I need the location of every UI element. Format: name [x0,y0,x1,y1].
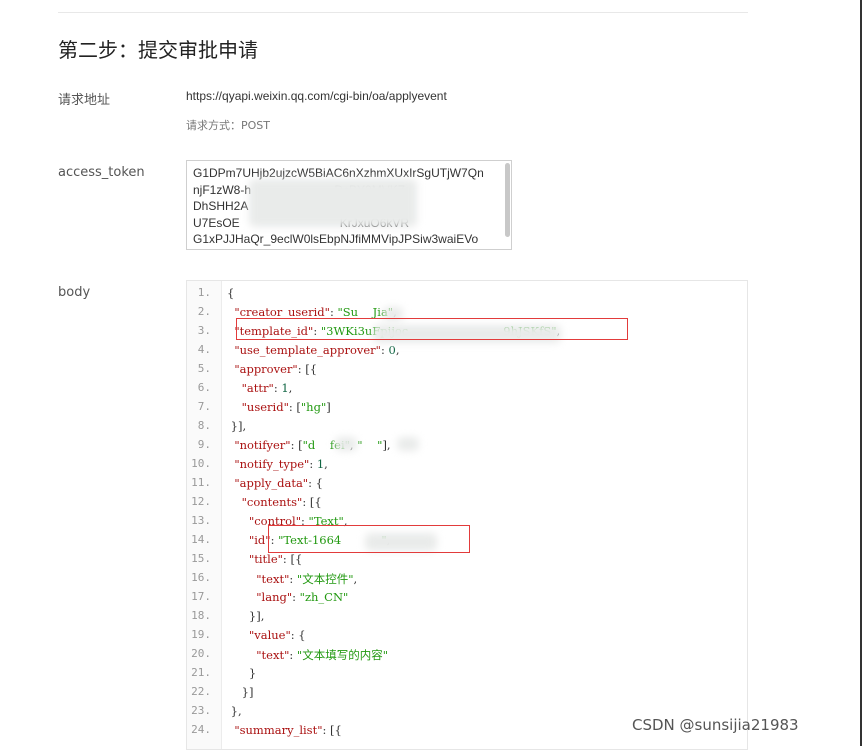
line-number: 13. [191,514,211,527]
code-line: 7. "userid": ["hg"] [187,400,747,419]
code-text: "attr": 1, [241,381,293,395]
code-line: 22. }] [187,685,747,704]
redaction-blur [335,437,357,451]
code-text: } [227,666,257,680]
code-line: 5. "approver": [{ [187,362,747,381]
code-text: }], [227,609,265,623]
code-line: 21. } [187,666,747,685]
code-line: 11. "apply_data": { [187,476,747,495]
code-text: "text": "文本填写的内容" [256,648,388,662]
code-line: 10. "notify_type": 1, [187,457,747,476]
code-text: "creator_userid": "Su Jia", [234,305,396,319]
line-number: 14. [191,533,211,546]
code-line: 4. "use_template_approver": 0, [187,343,747,362]
redaction-blur [249,179,417,227]
code-editor[interactable]: 1.{2. "creator_userid": "Su Jia",3. "tem… [186,280,748,750]
code-line: 20. "text": "文本填写的内容" [187,647,747,666]
line-number: 16. [191,571,211,584]
code-text: }, [227,704,242,718]
code-line: 18. }], [187,609,747,628]
line-number: 18. [191,609,211,622]
code-line: 12. "contents": [{ [187,495,747,514]
line-number: 2. [197,305,211,318]
scrollbar[interactable] [505,163,510,237]
access-token-textarea[interactable]: G1DPm7UHjb2ujzcW5BiAC6nXzhmXUxIrSgUTjW7Q… [186,160,512,250]
code-text: "contents": [{ [241,495,322,509]
code-text: "text": "文本控件", [256,572,358,586]
request-url-label: 请求地址 [58,93,111,108]
line-number: 4. [197,343,211,356]
line-number: 12. [191,495,211,508]
code-line: 1. { [187,286,747,305]
line-number: 9. [197,438,211,451]
line-number: 15. [191,552,211,565]
line-number: 23. [191,704,211,717]
code-text: "approver": [{ [234,362,318,376]
code-text: "apply_data": { [234,476,323,490]
page-title: 第二步：提交审批申请 [58,38,258,62]
line-number: 8. [197,419,211,432]
line-number: 11. [191,476,211,489]
line-number: 19. [191,628,211,641]
code-line: 9. "notifyer": ["d fei", " "], [187,438,747,457]
code-text: "userid": ["hg"] [241,400,331,414]
code-text: "summary_list": [{ [234,723,342,737]
line-number: 5. [197,362,211,375]
top-divider [58,12,748,13]
code-text: "title": [{ [248,552,303,566]
body-label: body [58,285,91,300]
line-number: 10. [191,457,211,470]
line-number: 1. [197,286,211,299]
line-number: 7. [197,400,211,413]
line-number: 17. [191,590,211,603]
code-line: 16. "text": "文本控件", [187,571,747,590]
code-text: "use_template_approver": 0, [234,343,400,357]
redaction-blur [397,437,419,451]
code-text: "lang": "zh_CN" [256,590,349,604]
code-text: }], [227,419,247,433]
request-method: 请求方式：POST [186,119,270,132]
code-text: }] [227,685,254,699]
line-number: 24. [191,723,211,736]
line-number: 6. [197,381,211,394]
code-text: "notifyer": ["d fei", " "], [234,438,391,452]
access-token-label: access_token [58,165,145,180]
request-url-value: https://qyapi.weixin.qq.com/cgi-bin/oa/a… [186,89,447,103]
code-text: "notify_type": 1, [234,457,328,471]
line-number: 20. [191,647,211,660]
code-line: 15. "title": [{ [187,552,747,571]
highlight-id [268,525,470,553]
code-text: "value": { [248,628,306,642]
code-line: 19. "value": { [187,628,747,647]
code-line: 17. "lang": "zh_CN" [187,590,747,609]
watermark: CSDN @sunsijia21983 [632,716,799,734]
code-line: 8. }], [187,419,747,438]
line-number: 21. [191,666,211,679]
line-number: 22. [191,685,211,698]
code-line: 6. "attr": 1, [187,381,747,400]
highlight-template-id [236,318,628,340]
line-number: 3. [197,324,211,337]
code-text: { [227,286,235,300]
